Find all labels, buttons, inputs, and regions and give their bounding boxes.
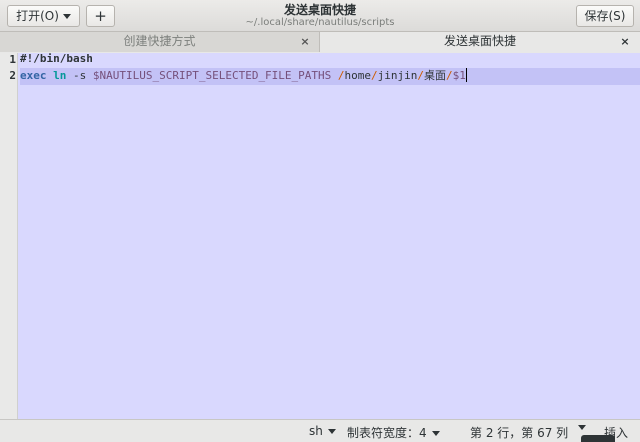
open-button[interactable]: 打开(O): [7, 5, 80, 27]
keyword-ln: ln: [53, 69, 67, 82]
chevron-down-icon: [327, 429, 336, 434]
new-document-button[interactable]: +: [86, 5, 115, 27]
line-number: 1: [9, 53, 16, 66]
variable: $1: [452, 69, 466, 82]
code-line[interactable]: #!/bin/bash: [20, 51, 93, 67]
path-slash: /: [446, 69, 453, 82]
line-number: 2: [9, 69, 16, 82]
chevron-down-icon: [431, 430, 440, 436]
path-segment: home: [344, 69, 372, 82]
path-segment: 桌面: [424, 69, 447, 82]
tooltip: [581, 435, 615, 442]
tab-width-label: 制表符宽度：4: [347, 426, 427, 440]
cursor-position-label: 第 2 行，第 67 列: [470, 426, 569, 440]
mode-menu-button[interactable]: [578, 424, 586, 430]
chevron-down-icon: [578, 425, 586, 430]
close-icon[interactable]: ×: [619, 32, 631, 51]
chevron-down-icon: [62, 14, 71, 19]
header-bar: 打开(O) + 发送桌面快捷 ~/.local/share/nautilus/s…: [0, 0, 640, 32]
status-bar: sh 制表符宽度：4 第 2 行，第 67 列 插入: [0, 419, 640, 442]
line-number-gutter: 1 2: [0, 53, 18, 419]
text-cursor: [465, 68, 467, 82]
shebang: #!/bin/bash: [20, 52, 93, 65]
window-subtitle: ~/.local/share/nautilus/scripts: [245, 17, 395, 28]
variable: $NAUTILUS_SCRIPT_SELECTED_FILE_PATHS: [92, 69, 332, 82]
tab-label: 发送桌面快捷: [443, 34, 516, 48]
save-button[interactable]: 保存(S): [576, 5, 634, 27]
language-selector[interactable]: sh: [309, 424, 336, 438]
language-label: sh: [309, 424, 323, 438]
tab-send-desktop-shortcut[interactable]: 发送桌面快捷 ×: [320, 32, 640, 53]
path-segment: jinjin: [377, 69, 418, 82]
tab-width-selector[interactable]: 制表符宽度：4: [347, 424, 440, 441]
window-title-box: 发送桌面快捷 ~/.local/share/nautilus/scripts: [160, 3, 480, 29]
option-flag: -s: [66, 69, 93, 82]
path-slash: /: [337, 69, 345, 82]
open-button-label: 打开(O): [16, 9, 59, 23]
window-title: 发送桌面快捷: [283, 3, 356, 17]
code-line-current[interactable]: exec ln -s $NAUTILUS_SCRIPT_SELECTED_FIL…: [20, 68, 640, 85]
tab-bar: 创建快捷方式 × 发送桌面快捷 ×: [0, 32, 640, 53]
close-icon[interactable]: ×: [299, 32, 311, 51]
plus-icon: +: [94, 7, 107, 25]
save-button-label: 保存(S): [584, 9, 626, 23]
path-slash: /: [371, 69, 378, 82]
text-editor[interactable]: 1 2 #!/bin/bash exec ln -s $NAUTILUS_SCR…: [0, 51, 640, 419]
tab-create-shortcut[interactable]: 创建快捷方式 ×: [0, 32, 320, 52]
keyword-exec: exec: [20, 69, 47, 82]
cursor-position-button[interactable]: 第 2 行，第 67 列: [470, 424, 568, 441]
tab-label: 创建快捷方式: [123, 34, 196, 48]
